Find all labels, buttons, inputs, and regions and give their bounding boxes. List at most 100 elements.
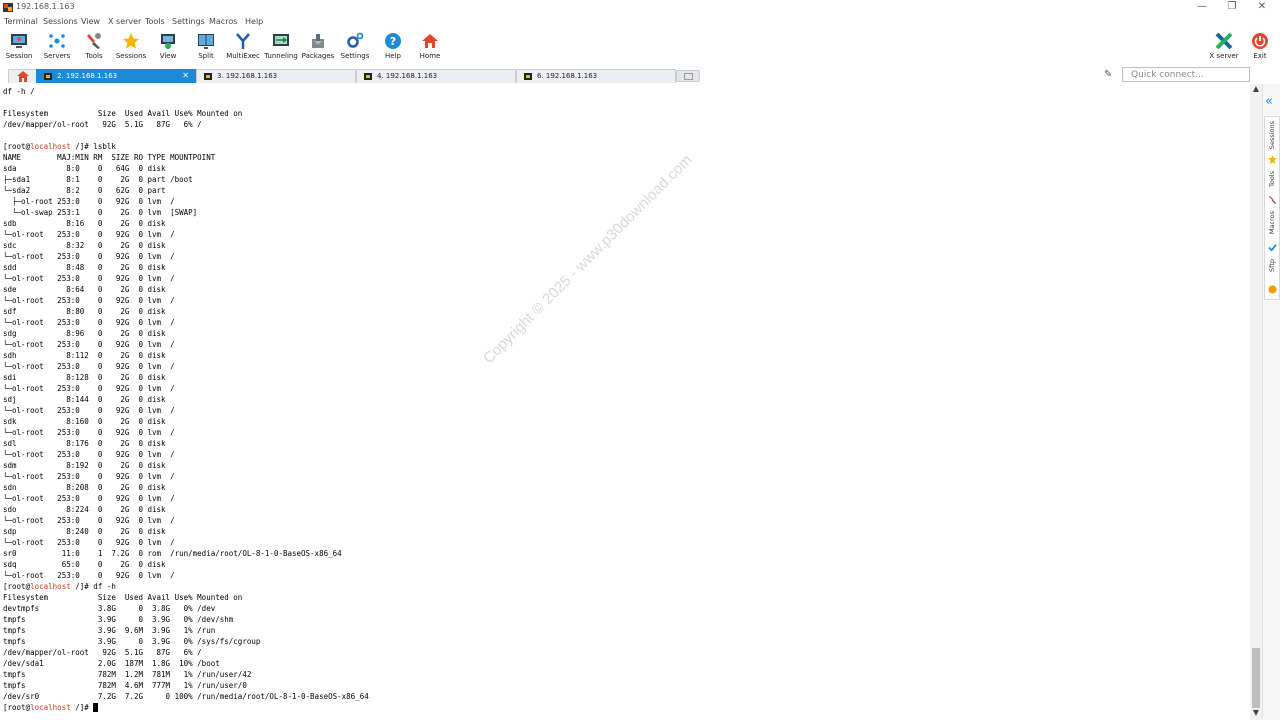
tools-label: Tools xyxy=(85,52,103,60)
menu-macros[interactable]: Macros xyxy=(209,17,237,26)
terminal-line: └─ol-root 253:0 0 92G 0 lvm / xyxy=(3,252,175,261)
xserver-button[interactable]: X server xyxy=(1206,29,1242,67)
tools-button[interactable]: Tools xyxy=(80,29,108,67)
tab-label: 2. 192.168.1.163 xyxy=(57,72,118,80)
settings-label: Settings xyxy=(340,52,370,60)
xserver-icon xyxy=(1215,32,1233,50)
packages-label: Packages xyxy=(301,52,335,60)
svg-text:?: ? xyxy=(390,35,396,48)
new-tab-icon xyxy=(684,73,693,80)
session-button[interactable]: Session xyxy=(4,29,34,67)
prompt-host: localhost xyxy=(30,582,71,591)
terminal-line: └─ol-root 253:0 0 92G 0 lvm / xyxy=(3,362,175,371)
terminal-line: └─sda2 8:2 0 62G 0 part xyxy=(3,186,166,195)
terminal-scrollbar[interactable]: ▲ ▼ xyxy=(1250,84,1262,720)
view-button[interactable]: View xyxy=(155,29,181,67)
menu-terminal[interactable]: Terminal xyxy=(4,17,38,26)
collapse-sidebar-icon[interactable]: « xyxy=(1265,94,1273,109)
split-button[interactable]: Split xyxy=(193,29,219,67)
prompt-prefix: [root@ xyxy=(3,142,31,151)
terminal-line: └─ol-root 253:0 0 92G 0 lvm / xyxy=(3,230,175,239)
session-icon xyxy=(11,34,27,48)
menu-view[interactable]: View xyxy=(81,17,100,26)
close-tab-icon[interactable]: ✕ xyxy=(182,71,189,80)
sidebar-tab-label: Sessions xyxy=(1268,121,1276,150)
packages-button[interactable]: Packages xyxy=(301,29,335,67)
sidebar-tab-tools[interactable]: Tools xyxy=(1265,167,1280,205)
terminal-line: /dev/sda1 2.0G 187M 1.8G 10% /boot xyxy=(3,659,220,668)
terminal-line: sdh 8:112 0 2G 0 disk xyxy=(3,351,166,360)
home-button[interactable]: Home xyxy=(417,29,443,67)
quick-connect-input[interactable]: Quick connect... xyxy=(1122,67,1250,82)
sidebar-tab-label: Sftp xyxy=(1268,259,1276,272)
terminal-line: └─ol-root 253:0 0 92G 0 lvm / xyxy=(3,384,175,393)
terminal-line: sda 8:0 0 64G 0 disk xyxy=(3,164,166,173)
settings-button[interactable]: Settings xyxy=(340,29,370,67)
sidebar-tab-sessions[interactable]: Sessions xyxy=(1265,117,1280,165)
tunneling-icon xyxy=(273,34,289,46)
terminal-icon xyxy=(524,73,532,80)
exit-button[interactable]: Exit xyxy=(1248,29,1272,67)
help-label: Help xyxy=(385,52,401,60)
home-tab[interactable] xyxy=(8,69,38,83)
close-window-button[interactable]: ✕ xyxy=(1252,1,1272,12)
help-button[interactable]: ? Help xyxy=(380,29,406,67)
terminal-line: sdl 8:176 0 2G 0 disk xyxy=(3,439,166,448)
tunneling-button[interactable]: Tunneling xyxy=(264,29,298,67)
terminal-line: devtmpfs 3.8G 0 3.8G 0% /dev xyxy=(3,604,216,613)
terminal-line: └─ol-root 253:0 0 92G 0 lvm / xyxy=(3,571,175,580)
terminal-line: └─ol-root 253:0 0 92G 0 lvm / xyxy=(3,274,175,283)
terminal-icon xyxy=(364,73,372,80)
prompt-prefix: [root@ xyxy=(3,703,31,712)
multiexec-icon xyxy=(236,33,250,49)
tab-session-3[interactable]: 3. 192.168.1.163 xyxy=(196,69,356,83)
terminal-output[interactable]: df -h / Filesystem Size Used Avail Use% M… xyxy=(0,84,1250,720)
terminal-line: └─ol-root 253:0 0 92G 0 lvm / xyxy=(3,340,175,349)
sidebar-tab-label: Tools xyxy=(1268,171,1276,188)
sidebar-tab-sftp[interactable]: Sftp xyxy=(1265,255,1280,299)
paperclip-icon[interactable]: ✎ xyxy=(1104,69,1112,80)
scroll-down-icon[interactable]: ▼ xyxy=(1250,708,1262,720)
menu-xserver[interactable]: X server xyxy=(108,17,141,26)
multiexec-button[interactable]: MultiExec xyxy=(226,29,260,67)
restore-button[interactable]: ❐ xyxy=(1222,1,1242,12)
sessions-button[interactable]: Sessions xyxy=(114,29,148,67)
minimize-button[interactable]: — xyxy=(1192,1,1212,12)
new-tab-button[interactable] xyxy=(676,70,700,82)
tab-session-4[interactable]: 4. 192.168.1.163 xyxy=(356,69,516,83)
terminal-line: NAME MAJ:MIN RM SIZE RO TYPE MOUNTPOINT xyxy=(3,153,216,162)
terminal-line: [root@localhost /]# xyxy=(3,703,99,712)
terminal-line: /dev/mapper/ol-root 92G 5.1G 87G 6% / xyxy=(3,648,202,657)
menu-help[interactable]: Help xyxy=(245,17,263,26)
menu-sessions[interactable]: Sessions xyxy=(43,17,78,26)
prompt-command: /]# df -h xyxy=(70,582,116,591)
tab-session-6[interactable]: 6. 192.168.1.163 xyxy=(516,69,676,83)
terminal-line: └─ol-root 253:0 0 92G 0 lvm / xyxy=(3,428,175,437)
sidebar-tab-macros[interactable]: Macros xyxy=(1265,207,1280,253)
home-icon xyxy=(422,34,438,48)
session-label: Session xyxy=(5,52,33,60)
toolbar: Session Servers Tools Sessions View Spli… xyxy=(0,29,1280,67)
terminal-line: tmpfs 3.9G 0 3.9G 0% /sys/fs/cgroup xyxy=(3,637,261,646)
terminal-line: sdm 8:192 0 2G 0 disk xyxy=(3,461,166,470)
terminal-icon xyxy=(204,73,212,80)
tab-label: 3. 192.168.1.163 xyxy=(217,72,278,80)
terminal-line: tmpfs 3.9G 9.6M 3.9G 1% /run xyxy=(3,626,216,635)
power-icon xyxy=(1252,33,1268,49)
scroll-up-icon[interactable]: ▲ xyxy=(1250,84,1262,96)
sessions-label: Sessions xyxy=(115,52,147,60)
terminal-line: sde 8:64 0 2G 0 disk xyxy=(3,285,166,294)
menu-tools[interactable]: Tools xyxy=(145,17,165,26)
terminal-line: sdp 8:240 0 2G 0 disk xyxy=(3,527,166,536)
tunneling-label: Tunneling xyxy=(264,52,298,60)
servers-button[interactable]: Servers xyxy=(41,29,73,67)
scroll-thumb[interactable] xyxy=(1252,648,1260,708)
terminal-line: sdq 65:0 0 2G 0 disk xyxy=(3,560,166,569)
servers-label: Servers xyxy=(43,52,71,60)
terminal-line: └─ol-root 253:0 0 92G 0 lvm / xyxy=(3,296,175,305)
terminal-line: sdk 8:160 0 2G 0 disk xyxy=(3,417,166,426)
view-icon xyxy=(161,34,175,49)
terminal-line: sdb 8:16 0 2G 0 disk xyxy=(3,219,166,228)
tab-session-2[interactable]: 2. 192.168.1.163 ✕ xyxy=(36,69,196,83)
menu-settings[interactable]: Settings xyxy=(172,17,205,26)
